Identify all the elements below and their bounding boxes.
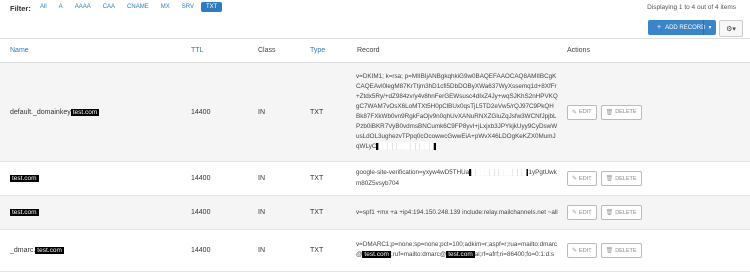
record-type: TXT bbox=[309, 62, 356, 162]
filter-caa[interactable]: CAA bbox=[98, 2, 120, 12]
pencil-icon: ✎ bbox=[572, 210, 578, 216]
column-name[interactable]: Name bbox=[0, 38, 190, 63]
delete-button[interactable]: 🗑 DELETE bbox=[600, 104, 642, 120]
redacted-value-2: test.com bbox=[446, 251, 475, 259]
plus-icon: + bbox=[657, 24, 662, 31]
gear-icon: ⚙▾ bbox=[726, 25, 736, 33]
toolbar: + ADD RECORD ▾ ⚙▾ bbox=[0, 16, 750, 38]
trash-icon: 🗑 bbox=[605, 248, 614, 254]
record-value: google-site-verification=yxyw4wD5THUa ███… bbox=[356, 161, 566, 196]
records-table: Name TTL Class Type Record Actions defau… bbox=[0, 38, 750, 272]
pencil-icon: ✎ bbox=[572, 109, 578, 116]
record-text: v=spf1 +mx +a +ip4:194.150.248.139 inclu… bbox=[356, 208, 558, 216]
redacted-domain: test.com bbox=[35, 247, 64, 254]
caret-down-icon[interactable]: ▾ bbox=[703, 20, 716, 35]
column-actions: Actions bbox=[566, 38, 750, 63]
filter-cname[interactable]: CNAME bbox=[122, 2, 154, 12]
column-type[interactable]: Type bbox=[309, 38, 356, 63]
pagination-count: Displaying 1 to 4 out of 4 items bbox=[647, 4, 736, 11]
filter-all[interactable]: All bbox=[35, 2, 52, 12]
name-prefix: default._domainkey bbox=[10, 108, 71, 116]
trash-icon: 🗑 bbox=[605, 210, 614, 216]
row-actions: ✎ EDIT 🗑 DELETE bbox=[566, 195, 750, 230]
filter-srv[interactable]: SRV bbox=[177, 2, 199, 12]
pencil-icon: ✎ bbox=[572, 248, 578, 254]
trash-icon: 🗑 bbox=[605, 109, 614, 116]
delete-label: DELETE bbox=[615, 109, 637, 115]
record-ttl: 14400 bbox=[190, 62, 257, 162]
record-text: google-site-verification=yxyw4wD5THUa bbox=[356, 169, 470, 177]
record-type: TXT bbox=[309, 195, 356, 230]
record-type: TXT bbox=[309, 161, 356, 196]
redacted-domain: test.com bbox=[10, 209, 39, 216]
record-text-mid: ;ruf=mailto:dmarc@ bbox=[390, 251, 447, 259]
name-prefix: _dmarc. bbox=[10, 247, 36, 254]
record-class: IN bbox=[257, 161, 309, 196]
record-class: IN bbox=[257, 229, 309, 272]
filter-txt[interactable]: TXT bbox=[200, 2, 223, 12]
table-header: Name TTL Class Type Record Actions bbox=[0, 38, 750, 63]
edit-label: EDIT bbox=[579, 247, 592, 254]
delete-label: DELETE bbox=[615, 209, 637, 216]
edit-label: EDIT bbox=[579, 209, 592, 216]
row-actions: ✎ EDIT 🗑 DELETE bbox=[566, 229, 750, 272]
row-actions: ✎ EDIT 🗑 DELETE bbox=[566, 161, 750, 196]
record-name: test.com bbox=[0, 195, 190, 230]
delete-button[interactable]: 🗑 DELETE bbox=[600, 171, 642, 186]
delete-label: DELETE bbox=[615, 175, 637, 182]
redacted-value: test.com bbox=[362, 251, 391, 259]
edit-button[interactable]: ✎ EDIT bbox=[567, 171, 597, 186]
record-type: TXT bbox=[309, 229, 356, 272]
edit-button[interactable]: ✎ EDIT bbox=[567, 243, 597, 258]
edit-label: EDIT bbox=[579, 109, 592, 115]
edit-button[interactable]: ✎ EDIT bbox=[567, 205, 597, 220]
filter-options: All A AAAA CAA CNAME MX SRV TXT bbox=[35, 2, 223, 12]
filter-bar: Filter: All A AAAA CAA CNAME MX SRV TXT … bbox=[0, 0, 750, 16]
redacted-value: ████████████ bbox=[469, 169, 529, 177]
filter-aaaa[interactable]: AAAA bbox=[70, 2, 96, 12]
record-text: v=DKIM1; k=rsa; p=MIIBIjANBgkqhkiG9w0BAQ… bbox=[356, 73, 558, 150]
redacted-domain: test.com bbox=[10, 175, 39, 182]
record-ttl: 14400 bbox=[190, 229, 257, 272]
record-name: _dmarc. test.com bbox=[0, 229, 190, 272]
add-record-label: ADD RECORD bbox=[665, 24, 706, 31]
redacted-value: ████████████ bbox=[376, 142, 436, 150]
record-value: v=DKIM1; k=rsa; p=MIIBIjANBgkqhkiG9w0BAQ… bbox=[356, 62, 566, 162]
record-ttl: 14400 bbox=[190, 161, 257, 196]
delete-button[interactable]: 🗑 DELETE bbox=[600, 243, 642, 258]
record-ttl: 14400 bbox=[190, 195, 257, 230]
row-actions: ✎ EDIT 🗑 DELETE bbox=[566, 62, 750, 162]
record-class: IN bbox=[257, 195, 309, 230]
filter-label: Filter: bbox=[10, 4, 31, 13]
record-class: IN bbox=[257, 62, 309, 162]
delete-label: DELETE bbox=[615, 247, 637, 254]
settings-button[interactable]: ⚙▾ bbox=[719, 20, 743, 37]
table-row: _dmarc. test.com 14400 IN TXT v=DMARC1;p=… bbox=[0, 229, 750, 272]
record-text-suffix: al;rf=afrf;ri=86400;fo=0:1:d:s bbox=[474, 251, 555, 259]
column-record: Record bbox=[356, 38, 566, 63]
delete-button[interactable]: 🗑 DELETE bbox=[600, 205, 642, 220]
edit-button[interactable]: ✎ EDIT bbox=[567, 104, 597, 120]
edit-label: EDIT bbox=[579, 175, 592, 182]
table-row: test.com 14400 IN TXT google-site-verifi… bbox=[0, 161, 750, 196]
trash-icon: 🗑 bbox=[605, 176, 614, 182]
column-ttl[interactable]: TTL bbox=[190, 38, 257, 63]
pencil-icon: ✎ bbox=[572, 176, 578, 182]
record-value: v=DMARC1;p=none;sp=none;pct=100;adkim=r;… bbox=[356, 229, 566, 272]
filter-mx[interactable]: MX bbox=[156, 2, 175, 12]
table-row: test.com 14400 IN TXT v=spf1 +mx +a +ip4… bbox=[0, 195, 750, 230]
record-value: v=spf1 +mx +a +ip4:194.150.248.139 inclu… bbox=[356, 195, 566, 230]
redacted-domain: test.com bbox=[70, 108, 100, 116]
add-record-button[interactable]: + ADD RECORD ▾ bbox=[648, 20, 716, 35]
column-class: Class bbox=[257, 38, 309, 63]
table-row: default._domainkey test.com 14400 IN TXT … bbox=[0, 62, 750, 162]
filter-a[interactable]: A bbox=[54, 2, 68, 12]
record-name: test.com bbox=[0, 161, 190, 196]
record-name: default._domainkey test.com bbox=[0, 62, 190, 162]
